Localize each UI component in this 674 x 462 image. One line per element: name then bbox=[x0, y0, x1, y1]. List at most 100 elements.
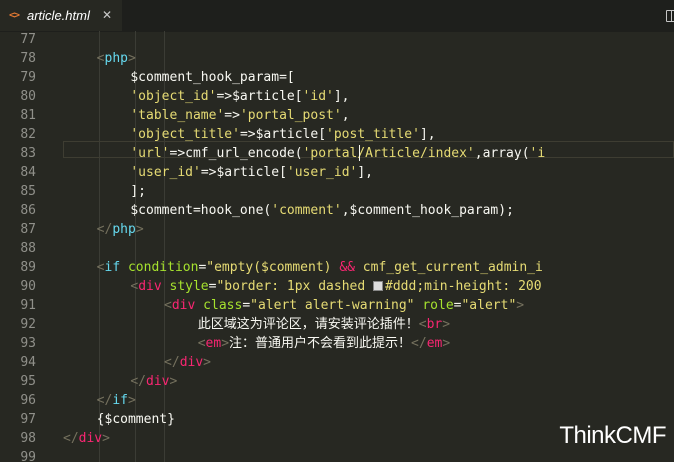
code-line[interactable]: 80 'object_id'=>$article['id'], bbox=[0, 87, 674, 106]
line-number: 80 bbox=[20, 89, 36, 104]
code-text: 此区域这为评论区，请安装评论插件！<br> bbox=[198, 315, 450, 334]
code-text: </div> bbox=[130, 372, 177, 391]
split-editor-icon[interactable] bbox=[666, 10, 674, 22]
code-line[interactable]: 96 </if> bbox=[0, 391, 674, 410]
line-number: 99 bbox=[20, 450, 36, 462]
code-line[interactable]: 92 此区域这为评论区，请安装评论插件！<br> bbox=[0, 315, 674, 334]
code-line[interactable]: 77 bbox=[0, 31, 674, 49]
code-line[interactable]: 79 $comment_hook_param=[ bbox=[0, 68, 674, 87]
code-token: < bbox=[96, 260, 105, 275]
code-line[interactable]: 85]; bbox=[0, 182, 674, 201]
code-token: ], bbox=[357, 165, 374, 180]
line-number: 92 bbox=[20, 317, 36, 332]
code-line[interactable]: 78 <php> bbox=[0, 49, 674, 68]
code-line[interactable]: 95 </div> bbox=[0, 372, 674, 391]
code-token: ], bbox=[419, 127, 436, 142]
code-token: > bbox=[221, 336, 230, 351]
text-caret bbox=[359, 145, 360, 161]
code-line[interactable]: 90 <div style="border: 1px dashed #ddd;mi… bbox=[0, 277, 674, 296]
code-token: $comment_hook_param=[ bbox=[130, 70, 295, 85]
code-token: ], bbox=[333, 89, 350, 104]
code-token: 'i bbox=[529, 146, 546, 161]
tab-label: article.html bbox=[27, 8, 90, 23]
line-number: 94 bbox=[20, 355, 36, 370]
code-token: 'object_id' bbox=[130, 89, 217, 104]
code-token: > bbox=[442, 336, 451, 351]
code-token: php bbox=[112, 222, 136, 237]
code-token: </ bbox=[130, 374, 147, 389]
code-token: style bbox=[169, 279, 209, 294]
code-text: 'object_title'=>$article['post_title'], bbox=[130, 125, 435, 144]
line-number: 79 bbox=[20, 70, 36, 85]
code-token: cmf_get_current_admin_i bbox=[354, 260, 543, 275]
code-token: 注：普通用户不会看到此提示！ bbox=[229, 336, 412, 351]
line-number: 87 bbox=[20, 222, 36, 237]
code-token: > bbox=[127, 393, 136, 408]
code-line[interactable]: 89 <if condition="empty($comment) && cmf_… bbox=[0, 258, 674, 277]
code-line[interactable]: 82 'object_title'=>$article['post_title']… bbox=[0, 125, 674, 144]
code-token: = bbox=[242, 298, 251, 313]
code-line[interactable]: 86 $comment=hook_one('comment',$comment_h… bbox=[0, 201, 674, 220]
code-line[interactable]: 91 <div class="alert alert-warning" role=… bbox=[0, 296, 674, 315]
line-number: 95 bbox=[20, 374, 36, 389]
code-token: 'table_name' bbox=[130, 108, 225, 123]
code-token: 'object_title' bbox=[130, 127, 240, 142]
line-number: 98 bbox=[20, 431, 36, 446]
code-token: > bbox=[127, 51, 136, 66]
code-token: </ bbox=[96, 393, 113, 408]
code-line[interactable]: 81 'table_name'=>'portal_post', bbox=[0, 106, 674, 125]
code-line[interactable]: 99 bbox=[0, 448, 674, 462]
code-token: < bbox=[164, 298, 172, 313]
code-line[interactable]: 94 </div> bbox=[0, 353, 674, 372]
code-token: if bbox=[112, 393, 128, 408]
code-token: </ bbox=[411, 336, 427, 351]
tab-article-html[interactable]: <> article.html ✕ bbox=[0, 0, 122, 31]
code-token: 'user_id' bbox=[130, 165, 201, 180]
code-text: <div style="border: 1px dashed #ddd;min-… bbox=[130, 277, 541, 296]
code-line[interactable]: 93 <em>注：普通用户不会看到此提示！</em> bbox=[0, 334, 674, 353]
code-token: #ddd;min-height: 200 bbox=[385, 279, 542, 294]
code-token: 此区域这为评论区，请安装评论插件！ bbox=[197, 317, 419, 332]
code-text: </div> bbox=[164, 353, 211, 372]
code-editor[interactable]: 77 78 <php> 79 $comment_hook_param=[80'objec… bbox=[0, 31, 674, 462]
code-text: </php> bbox=[97, 220, 144, 239]
code-token: < bbox=[96, 51, 105, 66]
code-token: 'url' bbox=[130, 146, 170, 161]
line-number: 77 bbox=[20, 32, 36, 47]
code-text: <if condition="empty($comment) && cmf_ge… bbox=[97, 258, 543, 277]
code-line[interactable]: 87 </php> bbox=[0, 220, 674, 239]
code-token: </ bbox=[164, 355, 180, 370]
line-number: 93 bbox=[20, 336, 36, 351]
code-token: ,array( bbox=[474, 146, 530, 161]
line-number: 97 bbox=[20, 412, 36, 427]
code-token: em bbox=[426, 336, 443, 351]
code-line[interactable]: 84 'user_id'=>$article['user_id'], bbox=[0, 163, 674, 182]
tab-bar: <> article.html ✕ bbox=[0, 0, 674, 32]
line-number: 78 bbox=[20, 51, 36, 66]
code-token: "alert" bbox=[461, 298, 517, 313]
code-text: <php> bbox=[97, 49, 136, 68]
code-line[interactable]: 88 bbox=[0, 239, 674, 258]
code-token: && bbox=[339, 260, 355, 275]
code-token: </ bbox=[63, 431, 79, 446]
line-number: 89 bbox=[20, 260, 36, 275]
code-token: div bbox=[179, 355, 204, 370]
code-text: $comment_hook_param=[ bbox=[130, 68, 294, 87]
code-token: div bbox=[78, 431, 103, 446]
line-number: 85 bbox=[20, 184, 36, 199]
code-text: {$comment} bbox=[97, 410, 175, 429]
code-text: <em>注：普通用户不会看到此提示！</em> bbox=[198, 334, 450, 353]
line-number: 91 bbox=[20, 298, 36, 313]
close-icon[interactable]: ✕ bbox=[100, 7, 114, 23]
code-text: 'url'=>cmf_url_encode('portal/Article/in… bbox=[130, 144, 545, 163]
line-number: 84 bbox=[20, 165, 36, 180]
color-swatch-icon bbox=[373, 281, 384, 291]
code-token: =>$article[ bbox=[216, 89, 303, 104]
code-file-icon: <> bbox=[9, 9, 20, 21]
code-token: > bbox=[203, 355, 211, 370]
code-line[interactable]: 83 'url'=>cmf_url_encode('portal/Article/… bbox=[0, 144, 674, 163]
code-token: </ bbox=[96, 222, 113, 237]
